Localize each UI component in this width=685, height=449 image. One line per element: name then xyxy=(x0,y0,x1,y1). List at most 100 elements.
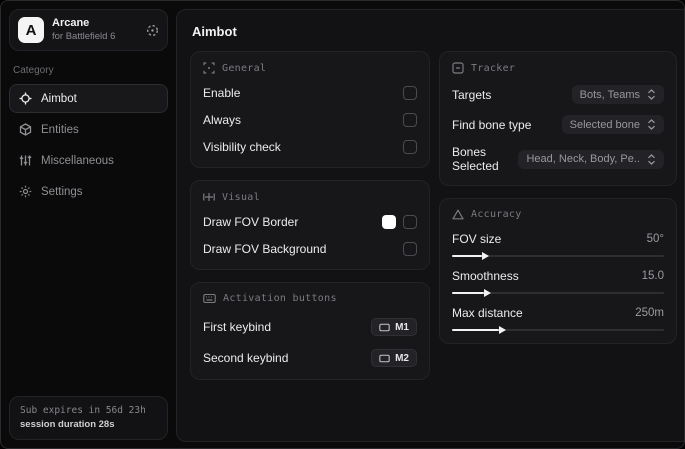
brand-subtitle: for Battlefield 6 xyxy=(52,30,116,42)
brand-text: Arcane for Battlefield 6 xyxy=(52,17,138,43)
sidebar-item-settings[interactable]: Settings xyxy=(9,177,168,206)
visual-card-header: Visual xyxy=(203,191,417,203)
slider-fill xyxy=(452,325,506,334)
sidebar-item-miscellaneous[interactable]: Miscellaneous xyxy=(9,146,168,175)
brand-title: Arcane xyxy=(52,17,90,30)
activation-card: Activation buttons First keybind M1 Seco… xyxy=(190,282,430,380)
sidebar: A Arcane for Battlefield 6 Category Aimb xyxy=(1,1,176,448)
crosshair-icon xyxy=(19,92,32,105)
fov-size-value: 50° xyxy=(646,233,664,245)
sidebar-item-aimbot[interactable]: Aimbot xyxy=(9,84,168,113)
sidebar-item-label: Miscellaneous xyxy=(41,154,114,167)
keybind-value: M2 xyxy=(395,352,409,364)
fov-size-slider[interactable] xyxy=(452,251,664,260)
right-column: Tracker Targets Bots, Teams Find bone ty… xyxy=(439,51,677,344)
setting-row: Visibility check xyxy=(203,139,417,155)
setting-row: Bones Selected Head, Neck, Body, Pe.. xyxy=(452,145,664,173)
card-title: Accuracy xyxy=(471,209,522,220)
setting-label: Bones Selected xyxy=(452,145,499,173)
slider-thumb[interactable] xyxy=(498,325,506,334)
setting-label: Enable xyxy=(203,86,241,100)
tracker-card-header: Tracker xyxy=(452,62,664,74)
max-distance-row: Max distance 250m xyxy=(452,306,664,334)
draw-fov-border-checkbox[interactable] xyxy=(403,215,417,229)
category-label: Category xyxy=(13,65,54,76)
draw-fov-background-checkbox[interactable] xyxy=(403,242,417,256)
second-keybind-button[interactable]: M2 xyxy=(371,349,417,367)
setting-label: Targets xyxy=(452,87,492,102)
setting-row: Second keybind M2 xyxy=(203,349,417,367)
sliders-icon xyxy=(19,154,32,167)
tune-icon xyxy=(203,191,215,203)
setting-label: Draw FOV Border xyxy=(203,215,299,229)
setting-label: Second keybind xyxy=(203,351,289,365)
brand-card: A Arcane for Battlefield 6 xyxy=(9,9,168,51)
smoothness-slider[interactable] xyxy=(452,288,664,297)
targets-dropdown[interactable]: Bots, Teams xyxy=(571,85,664,104)
slider-fill xyxy=(452,288,491,297)
subscription-card: Sub expires in 56d 23h session duration … xyxy=(9,396,168,440)
setting-row: Enable xyxy=(203,85,417,101)
main-panel: Aimbot General Enable Always Visibility … xyxy=(176,9,684,442)
accuracy-card-header: Accuracy xyxy=(452,209,664,220)
triangle-icon xyxy=(452,209,464,220)
mouse-key-icon xyxy=(379,323,390,332)
slider-thumb[interactable] xyxy=(483,288,491,297)
brand-logo: A xyxy=(18,17,44,43)
session-duration: session duration 28s xyxy=(20,419,115,431)
smoothness-row: Smoothness 15.0 xyxy=(452,269,664,297)
sidebar-item-label: Entities xyxy=(41,123,79,136)
keyboard-icon xyxy=(203,293,216,304)
card-title: General xyxy=(222,62,267,74)
setting-label: Find bone type xyxy=(452,117,532,132)
setting-label: Max distance xyxy=(452,306,523,320)
dropdown-value: Head, Neck, Body, Pe.. xyxy=(526,153,640,165)
first-keybind-button[interactable]: M1 xyxy=(371,318,417,336)
bones-selected-dropdown[interactable]: Head, Neck, Body, Pe.. xyxy=(518,149,664,169)
max-distance-value: 250m xyxy=(635,307,664,319)
card-title: Tracker xyxy=(471,62,516,74)
max-distance-slider[interactable] xyxy=(452,325,664,334)
fov-border-color-swatch[interactable] xyxy=(382,215,396,229)
activation-card-header: Activation buttons xyxy=(203,293,417,304)
cube-icon xyxy=(19,123,32,136)
slider-fill xyxy=(452,251,489,260)
sidebar-item-label: Aimbot xyxy=(41,92,77,105)
setting-label: Draw FOV Background xyxy=(203,242,327,256)
page-title: Aimbot xyxy=(192,24,237,39)
slider-thumb[interactable] xyxy=(481,251,489,260)
sidebar-item-label: Settings xyxy=(41,185,83,198)
card-title: Activation buttons xyxy=(223,293,337,304)
setting-row: Draw FOV Border xyxy=(203,214,417,230)
focus-icon xyxy=(203,62,215,74)
setting-controls xyxy=(382,215,417,229)
left-column: General Enable Always Visibility check V… xyxy=(190,51,430,380)
frame-minus-icon xyxy=(452,62,464,74)
sidebar-item-entities[interactable]: Entities xyxy=(9,115,168,144)
gear-icon xyxy=(19,185,32,198)
visibility-check-checkbox[interactable] xyxy=(403,140,417,154)
setting-label: Visibility check xyxy=(203,140,281,154)
subscription-expires: Sub expires in 56d 23h xyxy=(20,405,146,417)
smoothness-value: 15.0 xyxy=(641,270,664,282)
accuracy-card: Accuracy FOV size 50° Smoothness 15.0 Ma… xyxy=(439,198,677,344)
find-bone-type-dropdown[interactable]: Selected bone xyxy=(561,115,664,134)
always-checkbox[interactable] xyxy=(403,113,417,127)
enable-checkbox[interactable] xyxy=(403,86,417,100)
setting-row: Find bone type Selected bone xyxy=(452,115,664,134)
setting-label: Smoothness xyxy=(452,269,519,283)
dashed-circle-icon[interactable] xyxy=(146,24,159,37)
keybind-value: M1 xyxy=(395,321,409,333)
chevron-up-down-icon xyxy=(647,119,656,130)
setting-row: Targets Bots, Teams xyxy=(452,85,664,104)
dropdown-value: Bots, Teams xyxy=(579,88,640,101)
app-window: A Arcane for Battlefield 6 Category Aimb xyxy=(0,0,685,449)
card-columns: General Enable Always Visibility check V… xyxy=(190,51,677,380)
card-title: Visual xyxy=(222,191,260,203)
tracker-card: Tracker Targets Bots, Teams Find bone ty… xyxy=(439,51,677,186)
chevron-up-down-icon xyxy=(647,89,656,100)
chevron-up-down-icon xyxy=(647,153,656,165)
general-card: General Enable Always Visibility check xyxy=(190,51,430,168)
setting-label: First keybind xyxy=(203,320,272,334)
